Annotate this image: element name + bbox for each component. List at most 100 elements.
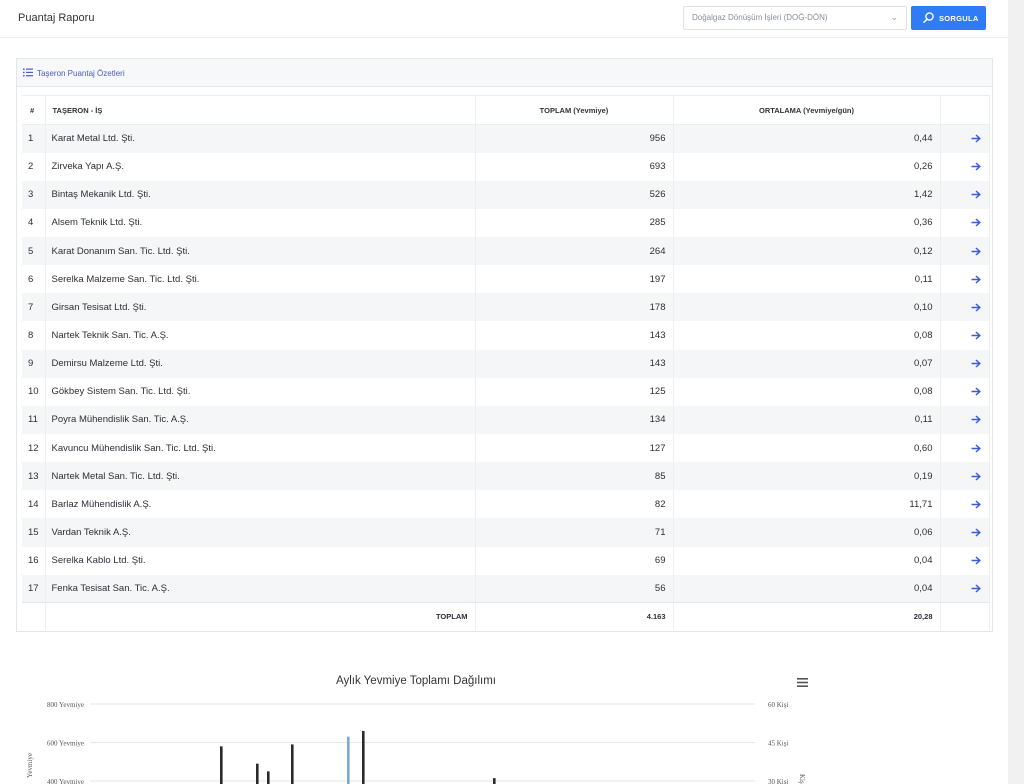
subcontractor-name: Serelka Malzeme San. Tic. Ltd. Şti.: [45, 265, 476, 294]
table-row[interactable]: 7 Girsan Tesisat Ltd. Şti. 178 0,10: [22, 293, 990, 322]
table-row[interactable]: 12 Kavuncu Mühendislik San. Tic. Ltd. Şt…: [22, 434, 990, 463]
y-tick-label-left: 600 Yevmiye: [47, 740, 84, 748]
table-footer-row: TOPLAM 4.163 20,28: [22, 602, 990, 630]
row-detail-link[interactable]: [940, 574, 990, 603]
table-row[interactable]: 15 Vardan Teknik A.Ş. 71 0,06: [22, 518, 990, 547]
subcontractor-name: Girsan Tesisat Ltd. Şti.: [45, 293, 476, 322]
table-row[interactable]: 3 Bintaş Mekanik Ltd. Şti. 526 1,42: [22, 180, 990, 209]
row-average: 0,44: [673, 124, 941, 153]
footer-average-value: 20,28: [673, 602, 941, 630]
summary-card: Taşeron Puantaj Özetleri # TAŞERON - İŞ …: [16, 58, 993, 632]
row-average: 11,71: [673, 490, 941, 519]
row-detail-link[interactable]: [940, 293, 990, 322]
row-detail-link[interactable]: [940, 124, 990, 153]
row-average: 0,19: [673, 462, 941, 491]
row-total: 956: [475, 124, 674, 153]
row-detail-link[interactable]: [940, 152, 990, 181]
table-row[interactable]: 14 Barlaz Mühendislik A.Ş. 82 11,71: [22, 490, 990, 519]
summary-card-title: Taşeron Puantaj Özetleri: [37, 69, 125, 78]
row-detail-link[interactable]: [940, 490, 990, 519]
table-row[interactable]: 9 Demirsu Malzeme Ltd. Şti. 143 0,07: [22, 349, 990, 378]
scrollbar-track[interactable]: [1008, 0, 1024, 784]
row-total: 197: [475, 265, 674, 294]
table-row[interactable]: 2 Zirveka Yapı A.Ş. 693 0,26: [22, 152, 990, 181]
row-detail-link[interactable]: [940, 405, 990, 435]
column-header-action: [940, 95, 990, 125]
row-number: 2: [22, 152, 46, 181]
row-detail-link[interactable]: [940, 321, 990, 350]
query-button-label: SORGULA: [939, 14, 979, 23]
subcontractor-name: Vardan Teknik A.Ş.: [45, 518, 476, 547]
arrow-right-icon: [971, 387, 981, 396]
chevron-down-icon: ⌄: [890, 12, 898, 22]
chart-bar: [267, 771, 270, 784]
row-total: 56: [475, 574, 674, 603]
y-axis-label-right: Kişi: [798, 774, 806, 784]
row-detail-link[interactable]: [940, 377, 990, 406]
row-number: 10: [22, 377, 46, 406]
arrow-right-icon: [971, 584, 981, 593]
arrow-right-icon: [971, 134, 981, 143]
row-number: 8: [22, 321, 46, 350]
menu-icon[interactable]: [797, 677, 808, 688]
row-total: 127: [475, 434, 674, 463]
row-total: 178: [475, 293, 674, 322]
table-row[interactable]: 1 Karat Metal Ltd. Şti. 956 0,44: [22, 124, 990, 153]
search-icon: [923, 12, 934, 23]
row-total: 69: [475, 546, 674, 575]
arrow-right-icon: [971, 472, 981, 481]
row-average: 0,08: [673, 377, 941, 406]
table-row[interactable]: 16 Serelka Kablo Ltd. Şti. 69 0,04: [22, 546, 990, 575]
table-row[interactable]: 17 Fenka Tesisat San. Tic. A.Ş. 56 0,04: [22, 574, 990, 603]
row-number: 12: [22, 434, 46, 463]
subcontractor-name: Alsem Teknik Ltd. Şti.: [45, 208, 476, 238]
row-detail-link[interactable]: [940, 434, 990, 463]
y-tick-label-right: 60 Kişi: [768, 701, 788, 709]
y-tick-label-right: 30 Kişi: [768, 778, 788, 784]
row-detail-link[interactable]: [940, 518, 990, 547]
row-detail-link[interactable]: [940, 237, 990, 266]
row-average: 0,08: [673, 321, 941, 350]
row-total: 526: [475, 180, 674, 209]
table-row[interactable]: 13 Nartek Metal San. Tic. Ltd. Şti. 85 0…: [22, 462, 990, 491]
row-detail-link[interactable]: [940, 546, 990, 575]
row-number: 17: [22, 574, 46, 603]
arrow-right-icon: [971, 444, 981, 453]
table-row[interactable]: 11 Poyra Mühendislik San. Tic. A.Ş. 134 …: [22, 405, 990, 435]
row-total: 143: [475, 349, 674, 378]
subcontractor-name: Karat Metal Ltd. Şti.: [45, 124, 476, 153]
row-number: 1: [22, 124, 46, 153]
table-header-row: # TAŞERON - İŞ TOPLAM (Yevmiye) ORTALAMA…: [22, 95, 990, 125]
arrow-right-icon: [971, 556, 981, 565]
subcontractor-name: Fenka Tesisat San. Tic. A.Ş.: [45, 574, 476, 603]
row-detail-link[interactable]: [940, 265, 990, 294]
row-number: 16: [22, 546, 46, 575]
arrow-right-icon: [971, 359, 981, 368]
column-header-no: #: [22, 95, 46, 125]
table-row[interactable]: 4 Alsem Teknik Ltd. Şti. 285 0,36: [22, 208, 990, 238]
row-total: 693: [475, 152, 674, 181]
row-number: 7: [22, 293, 46, 322]
chart-bar: [362, 730, 365, 784]
row-detail-link[interactable]: [940, 208, 990, 238]
monthly-chart: 800 Yevmiye 60 Kişi 600 Yevmiye 45 Kişi 400 …: [26, 701, 806, 784]
column-header-average: ORTALAMA (Yevmiye/gün): [673, 95, 941, 125]
row-number: 14: [22, 490, 46, 519]
row-detail-link[interactable]: [940, 180, 990, 209]
y-tick-label-right: 45 Kişi: [768, 740, 788, 748]
arrow-right-icon: [971, 218, 981, 228]
row-detail-link[interactable]: [940, 349, 990, 378]
row-total: 82: [475, 490, 674, 519]
footer-total-label: TOPLAM: [45, 602, 476, 630]
project-select[interactable]: Doğalgaz Dönüşüm İşleri (DOĞ-DÖN) ⌄: [683, 6, 907, 30]
row-detail-link[interactable]: [940, 462, 990, 491]
query-button[interactable]: SORGULA: [911, 6, 986, 30]
table-row[interactable]: 10 Gökbey Sistem San. Tic. Ltd. Şti. 125…: [22, 377, 990, 406]
table-row[interactable]: 8 Nartek Teknik San. Tic. A.Ş. 143 0,08: [22, 321, 990, 350]
subcontractor-name: Poyra Mühendislik San. Tic. A.Ş.: [45, 405, 476, 435]
list-icon: [23, 68, 33, 77]
subcontractor-name: Nartek Metal San. Tic. Ltd. Şti.: [45, 462, 476, 491]
row-average: 1,42: [673, 180, 941, 209]
table-row[interactable]: 6 Serelka Malzeme San. Tic. Ltd. Şti. 19…: [22, 265, 990, 294]
table-row[interactable]: 5 Karat Donanım San. Tic. Ltd. Şti. 264 …: [22, 237, 990, 266]
